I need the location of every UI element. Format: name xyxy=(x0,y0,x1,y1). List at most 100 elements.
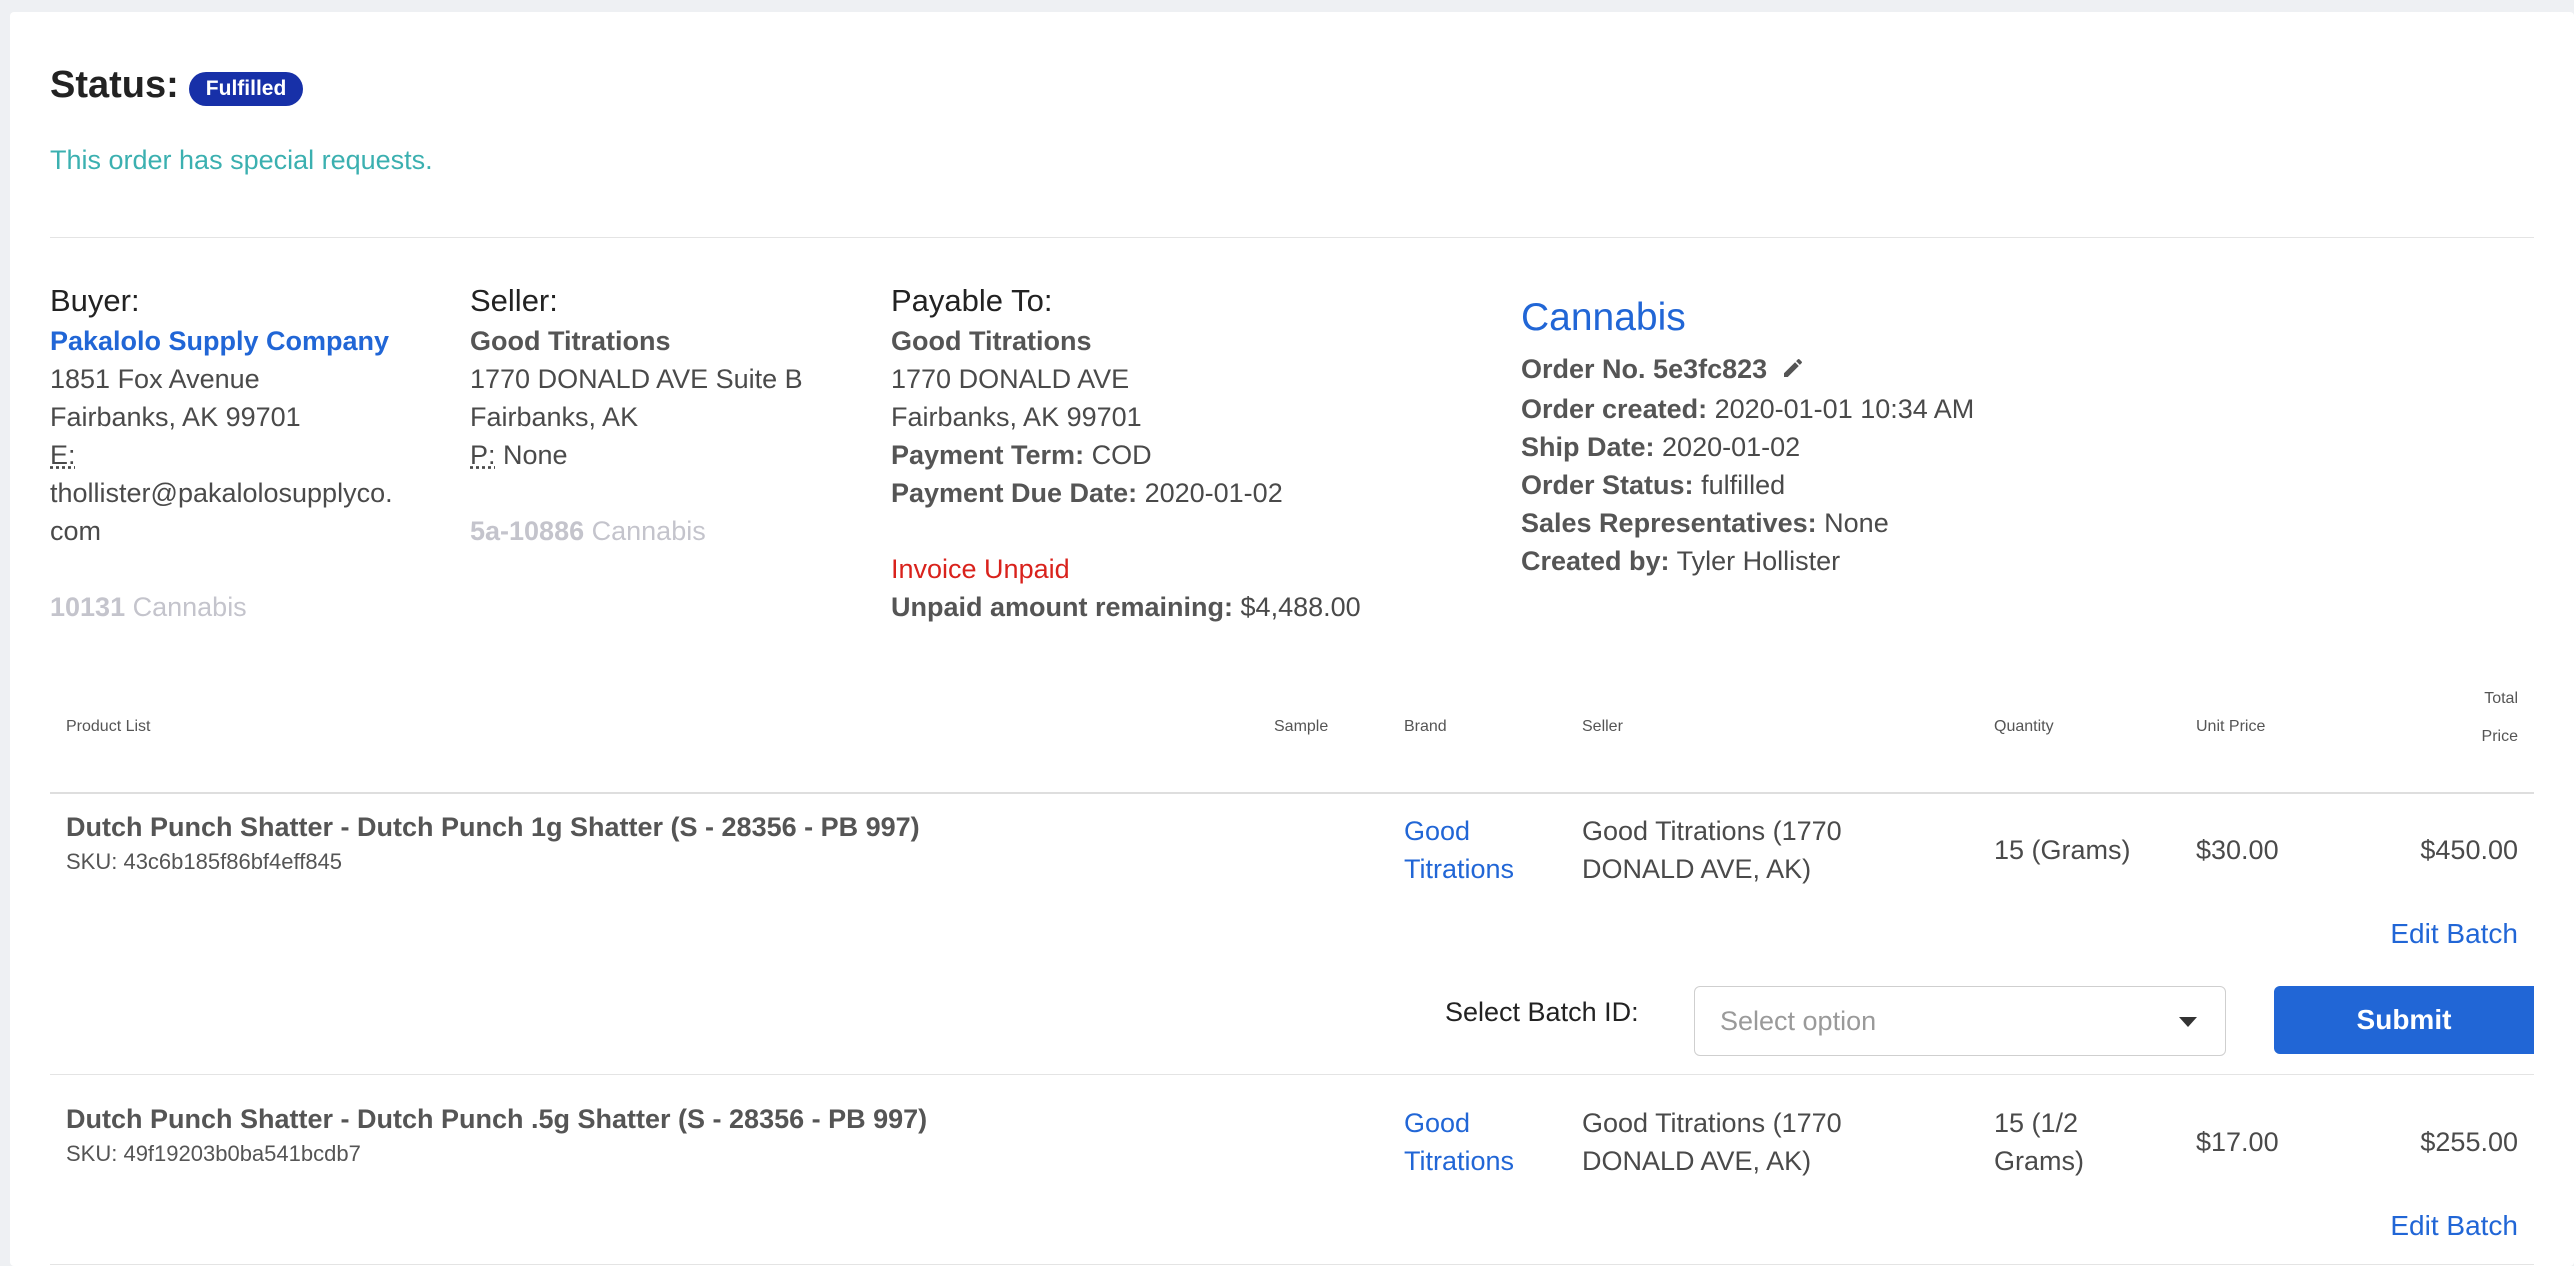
payable-block: Payable To: Good Titrations 1770 DONALD … xyxy=(891,282,1361,626)
payment-due-label: Payment Due Date: xyxy=(891,478,1138,508)
header-total-price: Total Price xyxy=(2482,680,2518,756)
row-quantity: 15 (1/2 Grams) xyxy=(1994,1104,2084,1180)
row-quantity: 15 (Grams) xyxy=(1994,831,2131,869)
row-divider xyxy=(50,1264,2534,1265)
row-quantity-line2: Grams) xyxy=(1994,1146,2084,1176)
seller-phone-label: P: xyxy=(470,440,496,470)
brand-line2[interactable]: Titrations xyxy=(1404,850,1514,888)
header-total-price-line1: Total xyxy=(2484,690,2518,707)
created-by-value: Tyler Hollister xyxy=(1676,545,1841,576)
product-name: Dutch Punch Shatter - Dutch Punch .5g Sh… xyxy=(66,1104,928,1134)
buyer-email-label: E: xyxy=(50,440,76,470)
header-product-list: Product List xyxy=(66,718,151,735)
payment-due-value: 2020-01-02 xyxy=(1144,478,1283,508)
payable-name: Good Titrations xyxy=(891,326,1092,356)
order-number-label: Order No. xyxy=(1521,354,1646,384)
ship-date-label: Ship Date: xyxy=(1521,431,1655,462)
row-seller-line1: Good Titrations (1770 xyxy=(1582,1108,1842,1138)
header-unit-price: Unit Price xyxy=(2196,718,2266,735)
brand-line2[interactable]: Titrations xyxy=(1404,1142,1514,1180)
header-quantity: Quantity xyxy=(1994,718,2054,735)
sales-reps-label: Sales Representatives: xyxy=(1521,507,1817,538)
row-seller-line1: Good Titrations (1770 xyxy=(1582,816,1842,846)
payable-heading: Payable To: xyxy=(891,283,1053,318)
seller-block: Seller: Good Titrations 1770 DONALD AVE … xyxy=(470,282,803,550)
seller-phone-value: None xyxy=(503,440,568,470)
row-unit-price: $30.00 xyxy=(2196,835,2279,865)
row-total-price: $255.00 xyxy=(2420,1127,2518,1157)
row-divider xyxy=(50,1074,2534,1075)
header-seller: Seller xyxy=(1582,718,1623,735)
order-created-label: Order created: xyxy=(1521,393,1708,424)
order-created-value: 2020-01-01 10:34 AM xyxy=(1714,393,1975,424)
batch-select-placeholder: Select option xyxy=(1720,1006,1877,1036)
product-table-header: Product List Sample Brand Seller Quantit… xyxy=(50,682,2534,794)
batch-id-select[interactable]: Select option xyxy=(1694,986,2226,1056)
seller-license-number: 5a-10886 xyxy=(470,516,585,546)
buyer-heading: Buyer: xyxy=(50,283,140,318)
header-total-price-line2: Price xyxy=(2481,728,2518,745)
payment-term-label: Payment Term: xyxy=(891,440,1085,470)
order-number-value: 5e3fc823 xyxy=(1653,354,1768,384)
row-quantity-line1: 15 (1/2 xyxy=(1994,1108,2079,1138)
seller-heading: Seller: xyxy=(470,283,558,318)
status-row: Status: Fulfilled xyxy=(50,64,304,107)
table-row: Dutch Punch Shatter - Dutch Punch 1g Sha… xyxy=(66,812,920,875)
invoice-status: Invoice Unpaid xyxy=(891,554,1070,584)
submit-button[interactable]: Submit xyxy=(2274,986,2534,1054)
product-sku: SKU: 49f19203b0ba541bcdb7 xyxy=(66,1141,361,1166)
order-detail-card: Status: Fulfilled This order has special… xyxy=(10,12,2574,1266)
buyer-block: Buyer: Pakalolo Supply Company 1851 Fox … xyxy=(50,282,393,626)
buyer-email-line1: thollister@pakalolosupplyco. xyxy=(50,478,393,508)
order-status-label: Order Status: xyxy=(1521,469,1694,500)
product-name: Dutch Punch Shatter - Dutch Punch 1g Sha… xyxy=(66,812,920,842)
brand-line1[interactable]: Good xyxy=(1404,812,1514,850)
row-total-price: $450.00 xyxy=(2420,835,2518,865)
created-by-label: Created by: xyxy=(1521,545,1670,576)
table-row: Dutch Punch Shatter - Dutch Punch .5g Sh… xyxy=(66,1104,927,1167)
order-info-block: Cannabis Order No. 5e3fc823 Order create… xyxy=(1521,294,1974,580)
buyer-license-type: Cannabis xyxy=(132,592,247,622)
product-sku: SKU: 43c6b185f86bf4eff845 xyxy=(66,849,343,874)
buyer-license-number: 10131 xyxy=(50,592,126,622)
brand-link[interactable]: Good Titrations xyxy=(1404,812,1514,888)
row-quantity-line1: 15 (Grams) xyxy=(1994,835,2131,865)
edit-batch-link[interactable]: Edit Batch xyxy=(2390,1210,2518,1242)
seller-address2: Fairbanks, AK xyxy=(470,402,639,432)
batch-id-label: Select Batch ID: xyxy=(1445,997,1639,1027)
edit-batch-link[interactable]: Edit Batch xyxy=(2390,918,2518,950)
status-badge: Fulfilled xyxy=(188,71,304,106)
sales-reps-value: None xyxy=(1824,507,1889,538)
order-title: Cannabis xyxy=(1521,296,1686,339)
status-label: Status: xyxy=(50,64,179,106)
unpaid-label: Unpaid amount remaining: xyxy=(891,592,1234,622)
payment-term-value: COD xyxy=(1091,440,1152,470)
buyer-address1: 1851 Fox Avenue xyxy=(50,364,260,394)
buyer-address2: Fairbanks, AK 99701 xyxy=(50,402,301,432)
row-seller: Good Titrations (1770 DONALD AVE, AK) xyxy=(1582,1104,1842,1180)
seller-address1: 1770 DONALD AVE Suite B xyxy=(470,364,803,394)
divider xyxy=(50,237,2534,238)
row-seller: Good Titrations (1770 DONALD AVE, AK) xyxy=(1582,812,1842,888)
ship-date-value: 2020-01-02 xyxy=(1662,431,1801,462)
chevron-down-icon xyxy=(2179,1017,2197,1027)
row-unit-price: $17.00 xyxy=(2196,1127,2279,1157)
pencil-icon[interactable] xyxy=(1781,352,1805,390)
row-seller-line2: DONALD AVE, AK) xyxy=(1582,1146,1812,1176)
payable-address1: 1770 DONALD AVE xyxy=(891,364,1130,394)
seller-license: 5a-10886 Cannabis xyxy=(470,512,803,550)
buyer-name-link[interactable]: Pakalolo Supply Company xyxy=(50,322,393,360)
special-requests-note[interactable]: This order has special requests. xyxy=(50,145,433,176)
buyer-license: 10131 Cannabis xyxy=(50,588,393,626)
unpaid-value: $4,488.00 xyxy=(1240,592,1361,622)
order-status-value: fulfilled xyxy=(1701,469,1786,500)
payable-address2: Fairbanks, AK 99701 xyxy=(891,402,1142,432)
brand-link[interactable]: Good Titrations xyxy=(1404,1104,1514,1180)
buyer-email-line2: com xyxy=(50,516,102,546)
header-sample: Sample xyxy=(1274,718,1329,735)
row-seller-line2: DONALD AVE, AK) xyxy=(1582,854,1812,884)
header-brand: Brand xyxy=(1404,718,1447,735)
seller-name: Good Titrations xyxy=(470,326,671,356)
brand-line1[interactable]: Good xyxy=(1404,1104,1514,1142)
seller-license-type: Cannabis xyxy=(591,516,706,546)
